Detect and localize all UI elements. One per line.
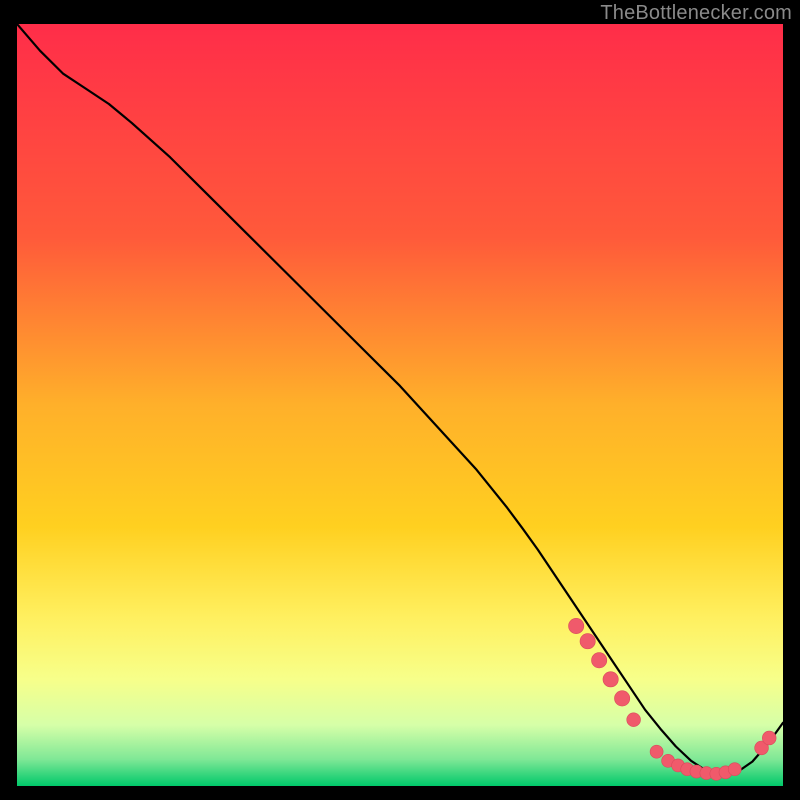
watermark-text: TheBottlenecker.com [600,2,792,25]
data-marker [627,713,641,727]
chart-stage: TheBottlenecker.com [0,0,800,800]
gradient-background [17,24,783,786]
data-marker [614,691,629,706]
data-marker [728,763,741,776]
data-marker [650,745,663,758]
data-marker [592,653,607,668]
chart-svg [17,24,783,786]
data-marker [762,731,776,745]
data-marker [569,618,584,633]
data-marker [580,634,595,649]
data-marker [603,672,618,687]
plot-area [17,24,783,786]
